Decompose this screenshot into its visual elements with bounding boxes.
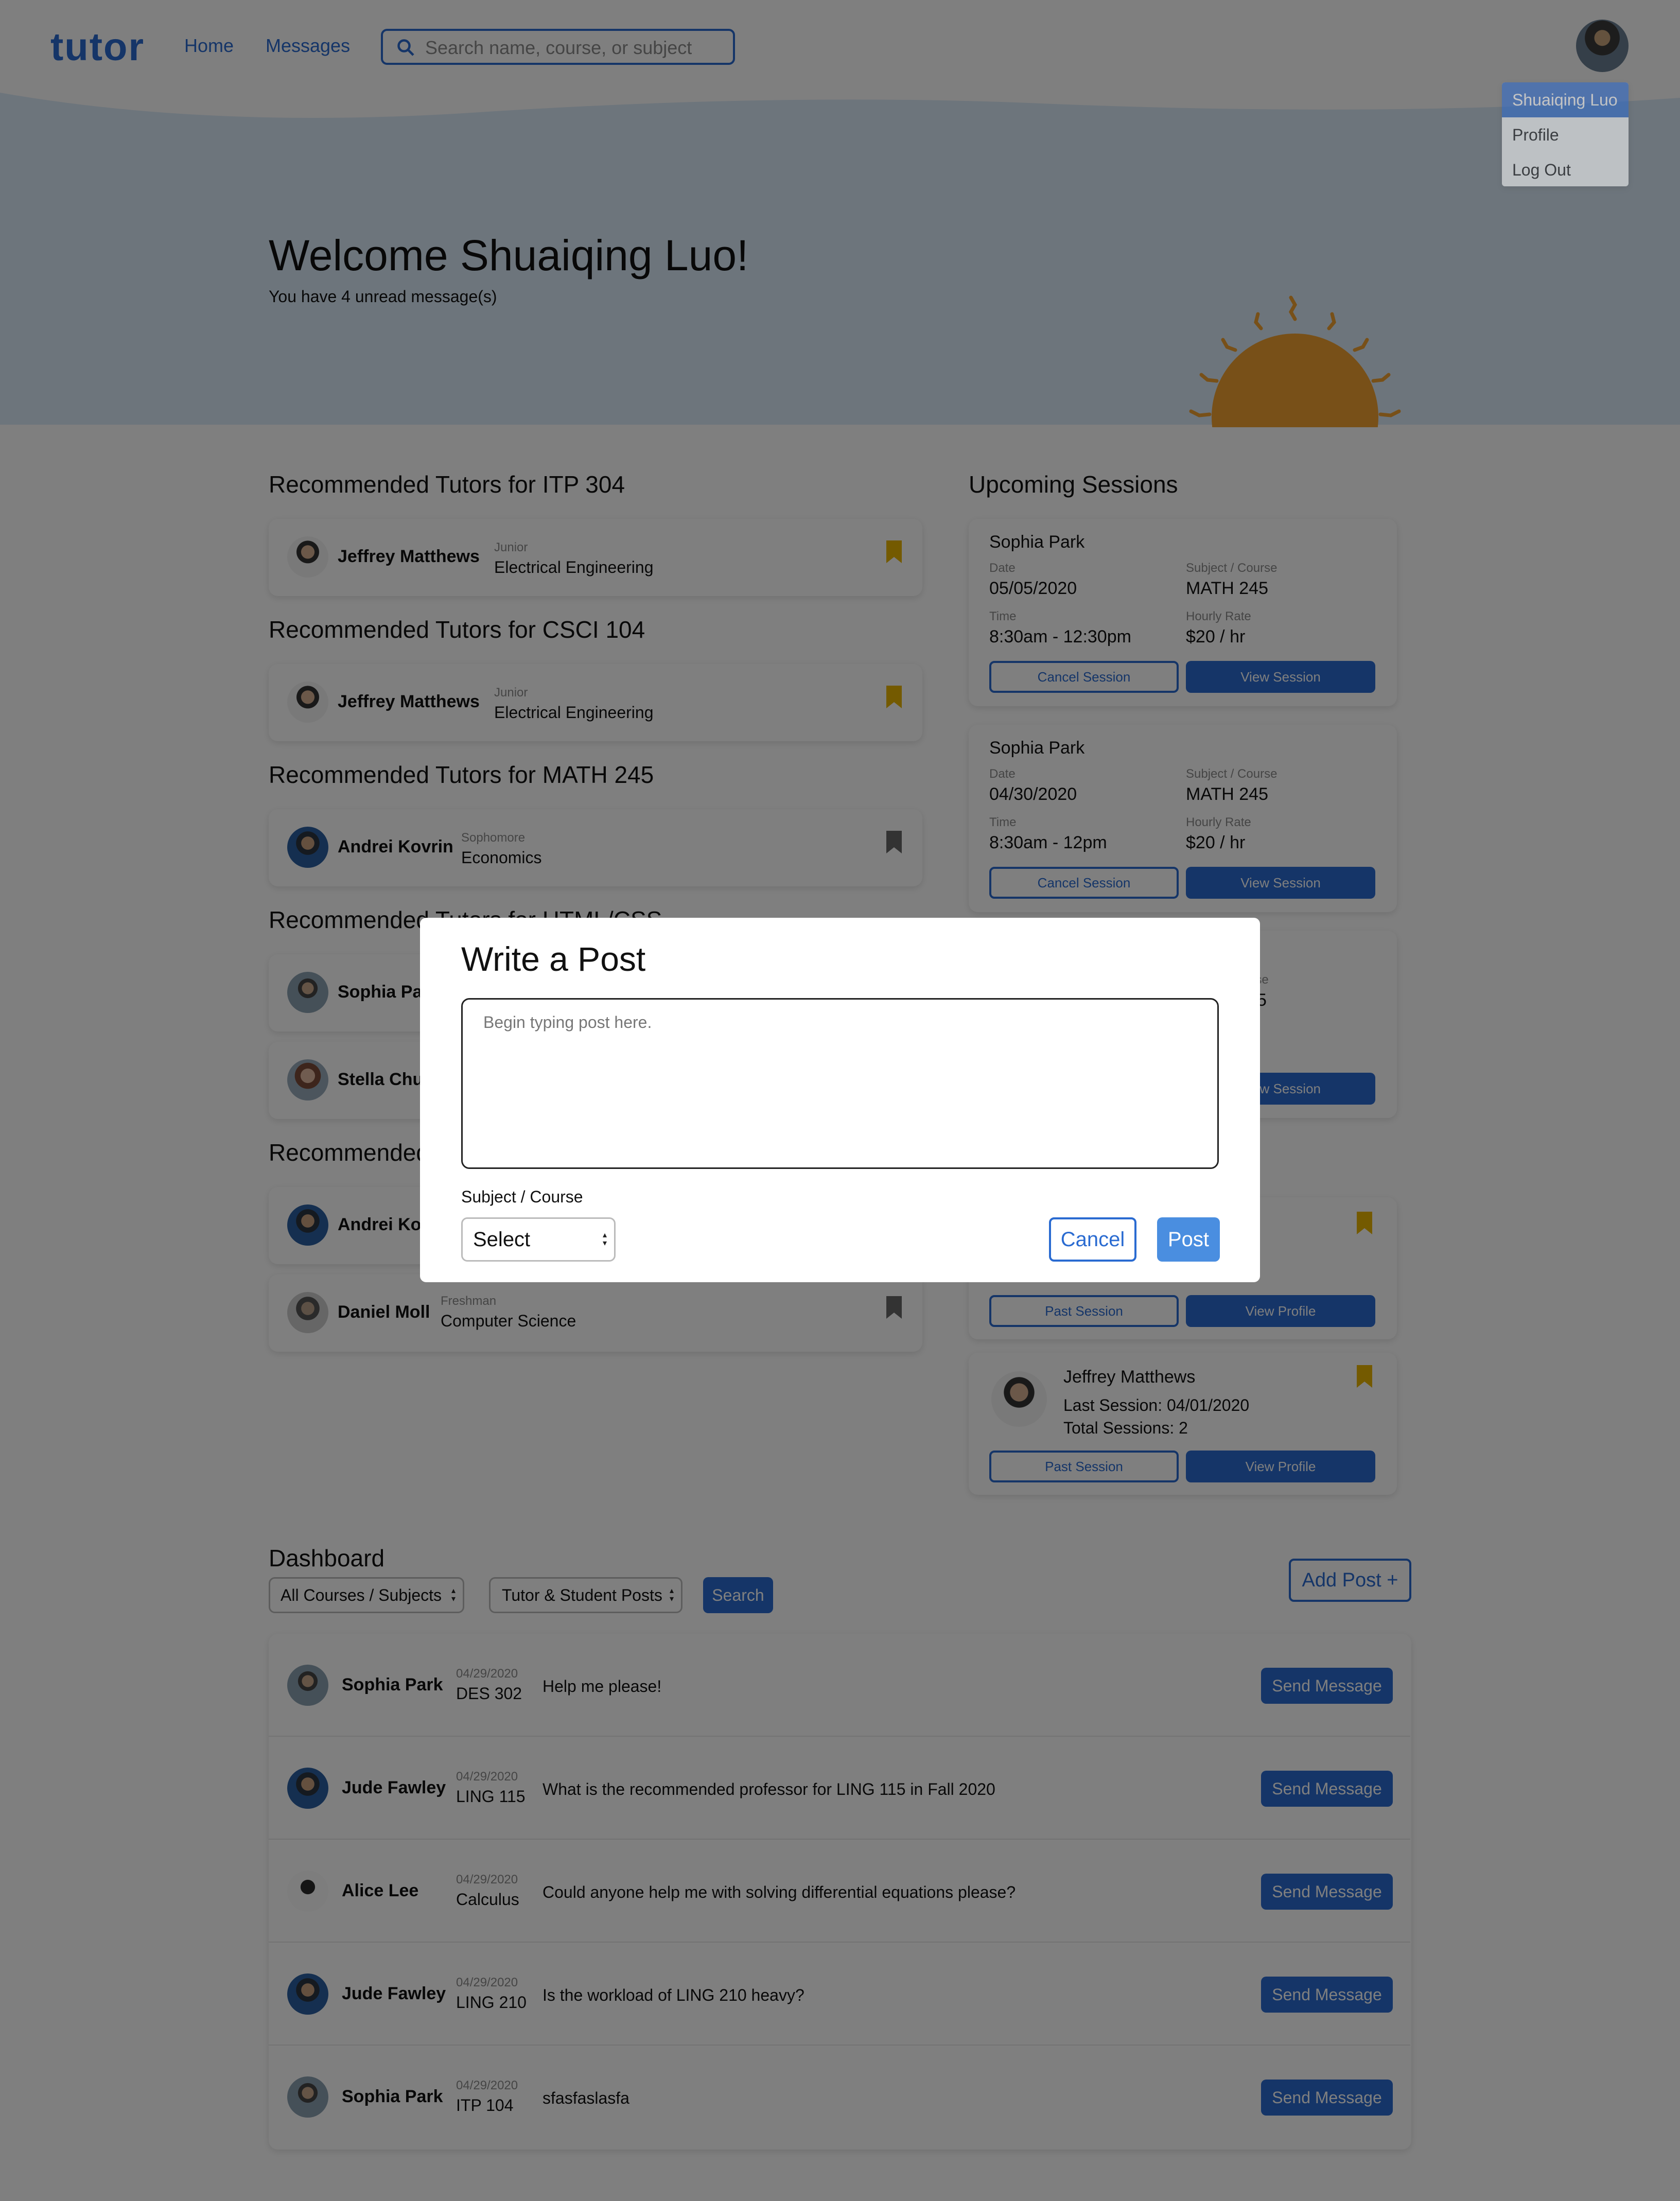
post-button[interactable]: Post (1157, 1217, 1220, 1262)
dropdown-item-name[interactable]: Shuaiqing Luo (1502, 82, 1629, 117)
post-textarea-placeholder: Begin typing post here. (483, 1013, 652, 1032)
subject-course-label: Subject / Course (461, 1187, 583, 1206)
dropdown-item-logout[interactable]: Log Out (1502, 152, 1629, 186)
write-post-modal: Write a Post Begin typing post here. Sub… (420, 918, 1260, 1282)
modal-title: Write a Post (461, 940, 646, 978)
subject-select[interactable]: Select ▴ ▾ (461, 1217, 616, 1262)
chevron-updown-icon: ▴▾ (602, 1231, 607, 1248)
cancel-button[interactable]: Cancel (1049, 1217, 1136, 1262)
post-textarea[interactable]: Begin typing post here. (461, 998, 1219, 1169)
subject-select-value: Select (473, 1228, 531, 1251)
dropdown-item-profile[interactable]: Profile (1502, 117, 1629, 152)
user-dropdown-menu: Shuaiqing Luo Profile Log Out (1502, 82, 1629, 186)
